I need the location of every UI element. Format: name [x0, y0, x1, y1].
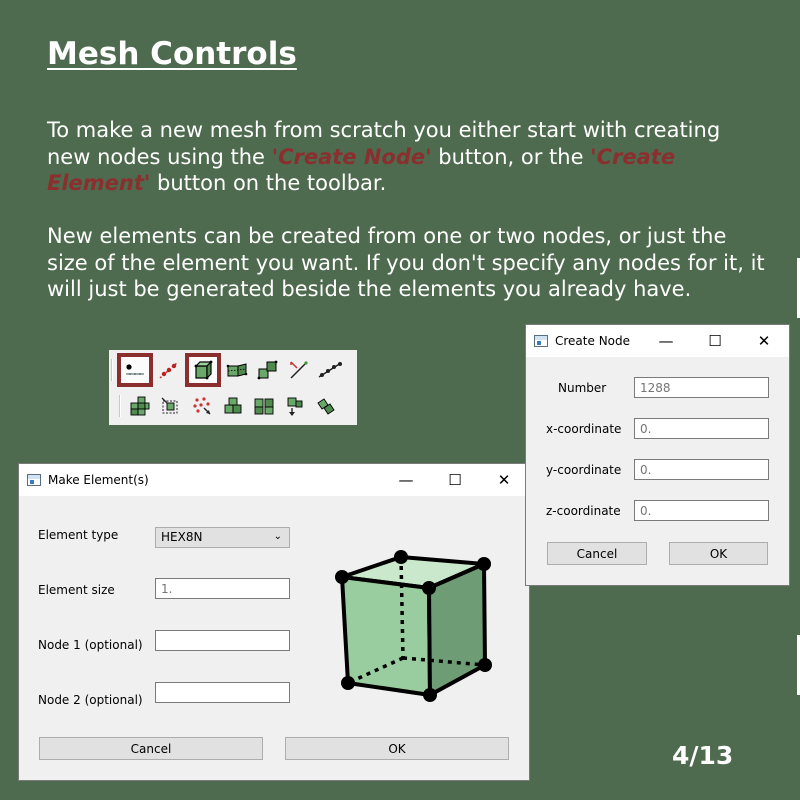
ok-button[interactable]: OK	[285, 737, 509, 760]
y-coordinate-label: y-coordinate	[546, 463, 622, 477]
scatter-nodes-button[interactable]	[187, 391, 217, 421]
window-app-icon	[534, 335, 548, 347]
number-label: Number	[558, 381, 607, 395]
close-button[interactable]: ✕	[741, 325, 787, 357]
mesh-block-icon	[130, 396, 150, 416]
element-select-icon	[161, 397, 178, 414]
create-element-icon	[194, 360, 213, 380]
close-icon: ✕	[757, 332, 771, 350]
toolbar-row-2	[109, 388, 357, 424]
node-pair-icon	[159, 361, 179, 379]
element-cluster-icon	[257, 360, 278, 380]
toolbar-grip	[111, 359, 113, 381]
line-node-button[interactable]	[284, 355, 314, 385]
make-element-titlebar: Make Element(s) — ☐ ✕	[19, 464, 529, 496]
toolbar-grip	[119, 395, 121, 417]
node1-label: Node 1 (optional)	[38, 638, 143, 652]
element-size-label: Element size	[38, 583, 115, 597]
create-node-icon	[126, 364, 144, 375]
make-element-dialog: Make Element(s) — ☐ ✕ Element type HEX8N…	[19, 464, 529, 780]
node2-input[interactable]	[155, 682, 290, 703]
elements-paragraph: New elements can be created from one or …	[47, 224, 765, 302]
scatter-nodes-icon	[193, 397, 211, 415]
ok-button[interactable]: OK	[669, 542, 768, 565]
x-coordinate-label: x-coordinate	[546, 422, 622, 436]
element-select-button[interactable]	[156, 391, 186, 421]
minimize-icon: —	[658, 332, 674, 350]
minimize-icon: —	[398, 471, 414, 489]
page-number: 4/13	[672, 741, 734, 770]
node-chain-icon	[318, 362, 342, 378]
node2-label: Node 2 (optional)	[38, 693, 143, 707]
mesh-move-button[interactable]	[280, 391, 310, 421]
mesh-stack-button[interactable]	[218, 391, 248, 421]
node-chain-button[interactable]	[315, 355, 345, 385]
element-type-select[interactable]: HEX8N ⌄	[155, 527, 290, 548]
slide-title: Mesh Controls	[47, 36, 297, 72]
close-button[interactable]: ✕	[481, 464, 527, 496]
cancel-button[interactable]: Cancel	[547, 542, 647, 565]
line-node-icon	[290, 361, 308, 379]
y-coordinate-input[interactable]	[634, 459, 769, 480]
create-node-highlight: 'Create Node'	[271, 144, 432, 169]
maximize-button[interactable]: ☐	[432, 464, 478, 496]
create-node-title: Create Node	[555, 334, 631, 348]
toolbar-row-1	[109, 352, 357, 388]
intro-paragraph: To make a new mesh from scratch you eith…	[47, 117, 767, 197]
element-type-label: Element type	[38, 528, 119, 542]
z-coordinate-input[interactable]	[634, 500, 769, 521]
create-node-titlebar: Create Node — ☐ ✕	[526, 325, 789, 357]
maximize-icon: ☐	[448, 471, 462, 489]
mesh-stack-icon	[224, 397, 242, 414]
mesh-block-button[interactable]	[125, 391, 155, 421]
mesh-split-button[interactable]	[249, 391, 279, 421]
window-app-icon	[27, 474, 41, 486]
cancel-button[interactable]: Cancel	[39, 737, 263, 760]
mesh-move-icon	[287, 397, 303, 416]
chevron-down-icon: ⌄	[273, 531, 282, 542]
element-grid-button[interactable]	[222, 355, 252, 385]
mesh-rotate-icon	[317, 398, 335, 415]
element-grid-icon	[226, 363, 248, 377]
element-type-value: HEX8N	[161, 530, 203, 544]
node-pair-button[interactable]	[154, 355, 184, 385]
intro-text-c: button on the toolbar.	[150, 171, 387, 196]
intro-text-b: button, or the	[431, 144, 591, 169]
hex8n-cube-illustration	[335, 550, 492, 702]
mesh-split-icon	[254, 398, 274, 415]
element-size-input[interactable]	[155, 578, 290, 599]
maximize-icon: ☐	[708, 332, 722, 350]
maximize-button[interactable]: ☐	[692, 325, 738, 357]
create-node-button[interactable]	[117, 353, 153, 387]
x-coordinate-input[interactable]	[634, 418, 769, 439]
create-node-dialog: Create Node — ☐ ✕ Number x-coordinate y-…	[526, 325, 789, 585]
mesh-rotate-button[interactable]	[311, 391, 341, 421]
number-input[interactable]	[634, 377, 769, 398]
close-icon: ✕	[497, 471, 511, 489]
node1-input[interactable]	[155, 630, 290, 651]
minimize-button[interactable]: —	[643, 325, 689, 357]
mesh-toolbar	[109, 350, 357, 425]
minimize-button[interactable]: —	[383, 464, 429, 496]
z-coordinate-label: z-coordinate	[546, 504, 621, 518]
create-element-button[interactable]	[185, 353, 221, 387]
make-element-title: Make Element(s)	[48, 473, 149, 487]
element-cluster-button[interactable]	[253, 355, 283, 385]
